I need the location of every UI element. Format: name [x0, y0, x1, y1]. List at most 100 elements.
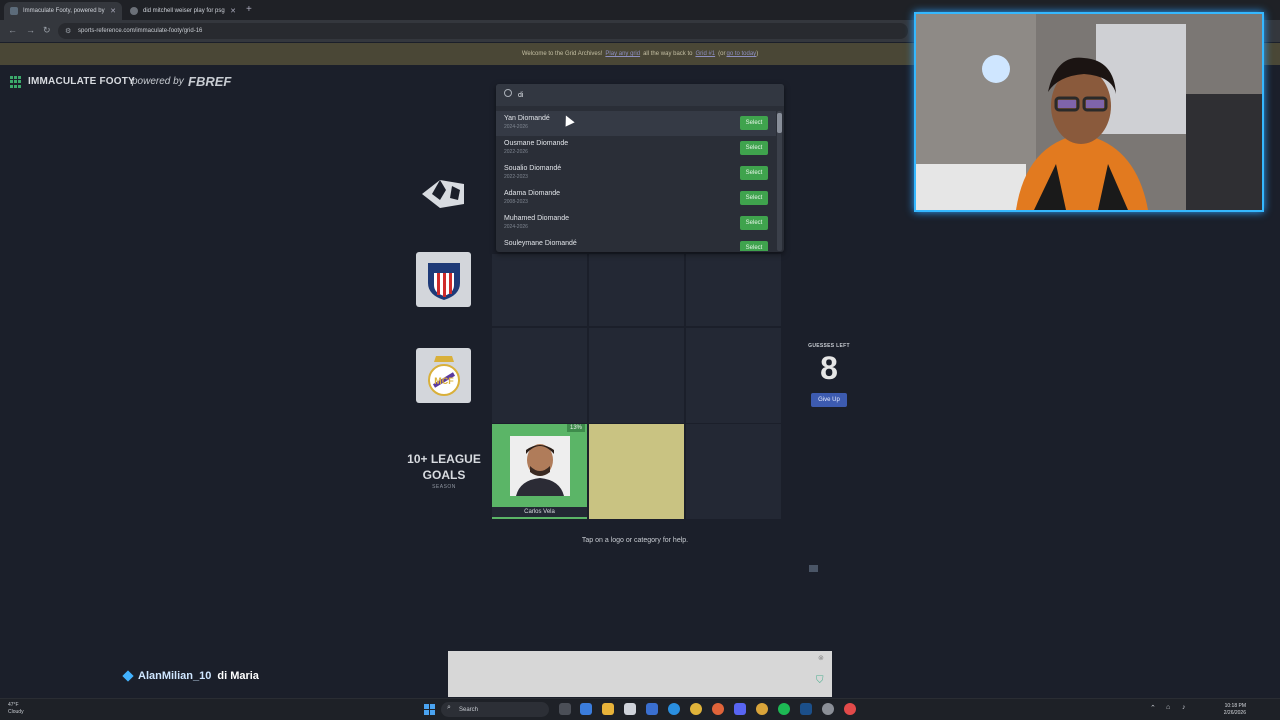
soccer-ball-logo-icon — [422, 180, 464, 208]
go-to-today-link[interactable]: go to today — [726, 51, 756, 57]
result-player-name: Soualio Diomandé — [504, 165, 562, 172]
banner-text: ) — [756, 51, 759, 57]
settings-icon[interactable] — [822, 703, 834, 715]
site-info-icon[interactable]: ⚙ — [65, 27, 71, 35]
network-icon[interactable]: ⌂ — [1166, 704, 1170, 711]
close-tab-icon[interactable]: ✕ — [230, 7, 236, 15]
chat-text: di Maria — [217, 670, 259, 682]
copilot-icon[interactable] — [580, 703, 592, 715]
grid-cell[interactable] — [589, 254, 684, 326]
address-bar[interactable]: ⚙ sports-reference.com/immaculate-footy/… — [58, 23, 908, 39]
forward-icon[interactable]: → — [26, 25, 35, 35]
player-search-panel: di Yan Diomandé 2024-2026 Select Ousmane… — [496, 84, 784, 252]
back-icon[interactable]: ← — [8, 25, 17, 35]
grid-cell[interactable] — [492, 254, 587, 326]
banner-text: all the way back to — [643, 51, 693, 57]
site-title[interactable]: IMMACULATE FOOTY — [28, 76, 135, 87]
file-explorer-icon[interactable] — [602, 703, 614, 715]
stream-chat-message: AlanMilian_10 di Maria — [122, 670, 259, 682]
result-player-name: Yan Diomandé — [504, 115, 550, 122]
discord-icon[interactable] — [734, 703, 746, 715]
taskbar-search[interactable]: ⌕ Search — [441, 702, 549, 717]
chrome-active-icon[interactable] — [756, 703, 768, 715]
volume-icon[interactable]: ♪ — [1182, 704, 1186, 711]
real-madrid-crest-icon: MCF — [427, 355, 460, 396]
search-result-row[interactable]: Yan Diomandé 2024-2026 Select — [496, 111, 776, 136]
windows-start-icon[interactable] — [424, 704, 435, 715]
grid-cell[interactable] — [686, 424, 781, 519]
brave-icon[interactable] — [712, 703, 724, 715]
player-search-input[interactable]: di — [496, 84, 784, 106]
advertisement-banner[interactable]: ⊗ ⛉ — [448, 651, 832, 697]
search-result-row[interactable]: Muhamed Diomande 2024-2026 Select — [496, 211, 776, 236]
select-button[interactable]: Select — [740, 216, 768, 230]
grid-cell[interactable] — [589, 328, 684, 423]
ad-choices-icon[interactable]: ⛉ — [816, 675, 824, 686]
banner-text: (or — [718, 51, 726, 57]
task-view-icon[interactable] — [559, 703, 571, 715]
select-button[interactable]: Select — [740, 141, 768, 155]
result-years: 2022-2026 — [504, 149, 528, 155]
mail-icon[interactable] — [646, 703, 658, 715]
grid-cell[interactable] — [686, 254, 781, 326]
search-result-row[interactable]: Ousmane Diomande 2022-2026 Select — [496, 136, 776, 161]
player-photo — [510, 436, 570, 496]
search-result-row[interactable]: Souleymane Diomandé Select — [496, 236, 776, 251]
play-any-grid-link[interactable]: Play any grid — [605, 51, 640, 57]
taskbar-clock[interactable]: 10:18 PM 2/26/2026 — [1212, 703, 1246, 717]
search-query-text: di — [518, 91, 524, 99]
select-button[interactable]: Select — [740, 241, 768, 251]
search-result-row[interactable]: Soualio Diomandé 2022-2023 Select — [496, 161, 776, 186]
rarity-percent-badge: 13% — [566, 424, 585, 432]
grid-cell[interactable] — [492, 328, 587, 423]
steam-icon[interactable] — [800, 703, 812, 715]
spotify-icon[interactable] — [778, 703, 790, 715]
atletico-madrid-logo[interactable] — [416, 252, 471, 307]
tab-label: did mitchell weiser play for psg — [143, 8, 225, 14]
chrome-icon[interactable] — [690, 703, 702, 715]
close-ad-icon[interactable]: ⊗ — [818, 654, 824, 662]
tab-favicon-icon — [10, 7, 18, 15]
feedback-icon[interactable] — [809, 565, 818, 572]
search-result-row[interactable]: Adama Diomande 2008-2023 Select — [496, 186, 776, 211]
search-results-list: Yan Diomandé 2024-2026 Select Ousmane Di… — [496, 111, 776, 251]
select-button[interactable]: Select — [740, 166, 768, 180]
tab-label: Immaculate Footy, powered by — [23, 8, 105, 14]
reload-icon[interactable]: ↻ — [43, 25, 51, 36]
fbref-logo[interactable]: FBREF — [188, 74, 231, 89]
weather-desc: Cloudy — [8, 709, 24, 715]
result-years: 2024-2026 — [504, 224, 528, 230]
grid-cell-selected[interactable] — [589, 424, 684, 519]
obs-icon[interactable] — [844, 703, 856, 715]
give-up-button[interactable]: Give Up — [811, 393, 847, 407]
svg-text:MCF: MCF — [434, 376, 454, 386]
close-tab-icon[interactable]: ✕ — [110, 7, 116, 15]
webcam-overlay — [914, 12, 1264, 212]
weather-widget[interactable]: 47°F Cloudy — [8, 702, 24, 716]
edge-icon[interactable] — [668, 703, 680, 715]
globe-icon — [130, 7, 138, 15]
row-category-label[interactable]: 10+ LEAGUE GOALS — [400, 451, 488, 483]
taskbar-search-label: Search — [459, 706, 479, 713]
grid-1-link[interactable]: Grid #1 — [695, 51, 715, 57]
grid-cell-correct[interactable]: 13% Carlos Vela — [492, 424, 587, 519]
search-icon — [504, 89, 512, 97]
atletico-crest-icon — [427, 262, 460, 300]
chat-badge-icon — [122, 670, 134, 682]
real-madrid-logo[interactable]: MCF — [416, 348, 471, 403]
browser-tab-search[interactable]: did mitchell weiser play for psg ✕ — [124, 2, 242, 20]
result-player-name: Muhamed Diomande — [504, 215, 569, 222]
chat-username: AlanMilian_10 — [138, 670, 212, 682]
store-icon[interactable] — [624, 703, 636, 715]
browser-tab-immaculate-footy[interactable]: Immaculate Footy, powered by ✕ — [4, 2, 122, 20]
select-button[interactable]: Select — [740, 116, 768, 130]
grid-logo-icon[interactable] — [10, 76, 22, 88]
powered-by-text: powered by — [132, 76, 184, 87]
result-player-name: Adama Diomande — [504, 190, 561, 197]
new-tab-icon[interactable]: + — [246, 4, 252, 15]
player-name: Carlos Vela — [492, 507, 587, 517]
grid-cell[interactable] — [686, 328, 781, 423]
results-scrollbar-thumb[interactable] — [777, 113, 782, 133]
select-button[interactable]: Select — [740, 191, 768, 205]
tray-chevron-icon[interactable]: ⌃ — [1150, 704, 1156, 712]
